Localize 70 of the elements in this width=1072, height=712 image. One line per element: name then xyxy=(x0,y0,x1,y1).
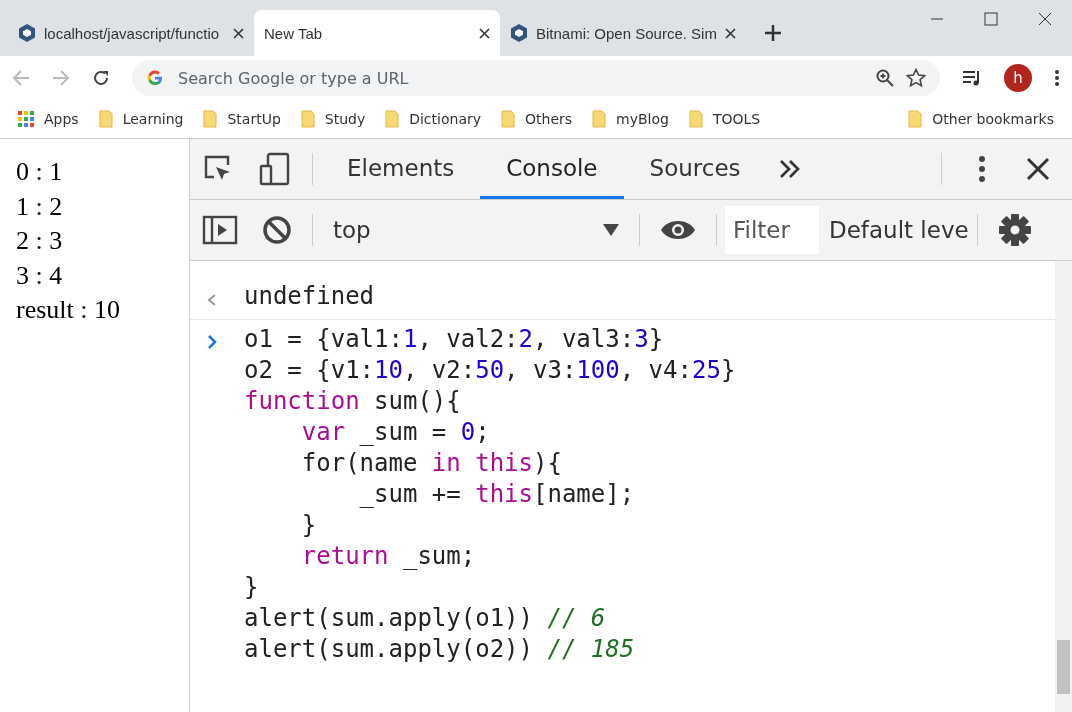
code-line: o1 = {val1:1, val2:2, val3:3} xyxy=(244,324,665,355)
folder-icon xyxy=(203,110,218,128)
output-line: 0 : 1 xyxy=(16,156,64,188)
bookmark-link[interactable]: Other bookmarks xyxy=(932,111,1054,127)
folder-icon xyxy=(688,110,703,128)
star-icon[interactable] xyxy=(906,68,926,88)
google-g-icon xyxy=(146,69,164,87)
output-line: result : 10 xyxy=(16,294,121,326)
devtools-tab[interactable]: Elements xyxy=(321,139,481,199)
bookmark-link[interactable]: StartUp xyxy=(227,111,281,127)
hexagon-icon xyxy=(510,23,528,43)
code-line: alert(sum.apply(o2)) // 185 xyxy=(244,634,636,665)
eye-icon[interactable] xyxy=(660,218,696,242)
hexagon-icon xyxy=(18,23,36,43)
clear-icon[interactable] xyxy=(262,215,292,245)
close-icon[interactable] xyxy=(1038,12,1052,26)
maximize-icon[interactable] xyxy=(984,12,998,26)
bookmark-link[interactable]: Others xyxy=(525,111,573,127)
plus-icon[interactable] xyxy=(764,24,782,42)
dropdown-caret-icon xyxy=(603,224,619,236)
close-icon[interactable] xyxy=(479,27,490,39)
bookmark-link[interactable]: Learning xyxy=(122,111,184,127)
console-result: undefined xyxy=(244,281,375,312)
output-line: 2 : 3 xyxy=(16,225,64,257)
browser-tab[interactable]: Bitnami: Open Source. Sim xyxy=(500,10,746,56)
browser-tab[interactable]: New Tab xyxy=(254,10,500,56)
code-line: o2 = {v1:10, v2:50, v3:100, v4:25} xyxy=(244,355,736,386)
bookmark-link[interactable]: Apps xyxy=(44,111,79,127)
context-dropdown[interactable]: top xyxy=(321,200,631,260)
browser-tab[interactable]: localhost/javascript/functio xyxy=(8,10,254,56)
reload-icon[interactable] xyxy=(92,69,110,87)
more-icon[interactable] xyxy=(1054,69,1060,87)
prompt-chevron-icon xyxy=(206,334,218,350)
devtools-tab[interactable]: Sources xyxy=(623,139,767,199)
bookmark-link[interactable]: Dictionary xyxy=(409,111,481,127)
code-line: } xyxy=(244,572,260,603)
device-icon[interactable] xyxy=(258,152,292,186)
filter-field[interactable]: Filter xyxy=(725,206,819,254)
folder-icon xyxy=(300,110,315,128)
folder-icon xyxy=(908,110,923,128)
folder-icon xyxy=(592,110,607,128)
folder-icon xyxy=(385,110,400,128)
code-line: alert(sum.apply(o1)) // 6 xyxy=(244,603,607,634)
scrollbar[interactable] xyxy=(1055,261,1072,712)
output-line: 1 : 2 xyxy=(16,190,64,223)
bookmark-link[interactable]: TOOLS xyxy=(712,111,761,127)
profile-avatar[interactable]: h xyxy=(1004,64,1032,92)
levels-dropdown[interactable]: Default leve xyxy=(819,200,969,260)
sidebar-icon[interactable] xyxy=(202,215,238,245)
chevrons-icon[interactable] xyxy=(778,159,801,179)
address-field[interactable]: Search Google or type a URL xyxy=(176,67,864,89)
code-line: function sum(){ xyxy=(244,386,462,417)
address-bar[interactable]: Search Google or type a URL xyxy=(132,60,940,96)
bookmark-link[interactable]: myBlog xyxy=(616,111,669,127)
code-line: } xyxy=(300,510,318,541)
close-icon[interactable] xyxy=(1026,157,1050,181)
code-line: for(name in this){ xyxy=(300,448,563,479)
zoom-icon[interactable] xyxy=(876,69,894,87)
code-line: return _sum; xyxy=(300,541,477,572)
close-icon[interactable] xyxy=(233,27,244,39)
output-line: 3 : 4 xyxy=(16,259,64,292)
bookmark-link[interactable]: Study xyxy=(324,111,366,127)
more-icon[interactable] xyxy=(978,155,986,183)
code-line: var _sum = 0; xyxy=(300,417,491,448)
folder-icon xyxy=(501,110,515,128)
media-icon[interactable] xyxy=(962,69,982,87)
close-icon[interactable] xyxy=(725,27,736,39)
apps-grid-icon xyxy=(18,111,34,127)
folder-icon xyxy=(98,110,113,128)
code-line: _sum += this[name]; xyxy=(358,479,636,510)
